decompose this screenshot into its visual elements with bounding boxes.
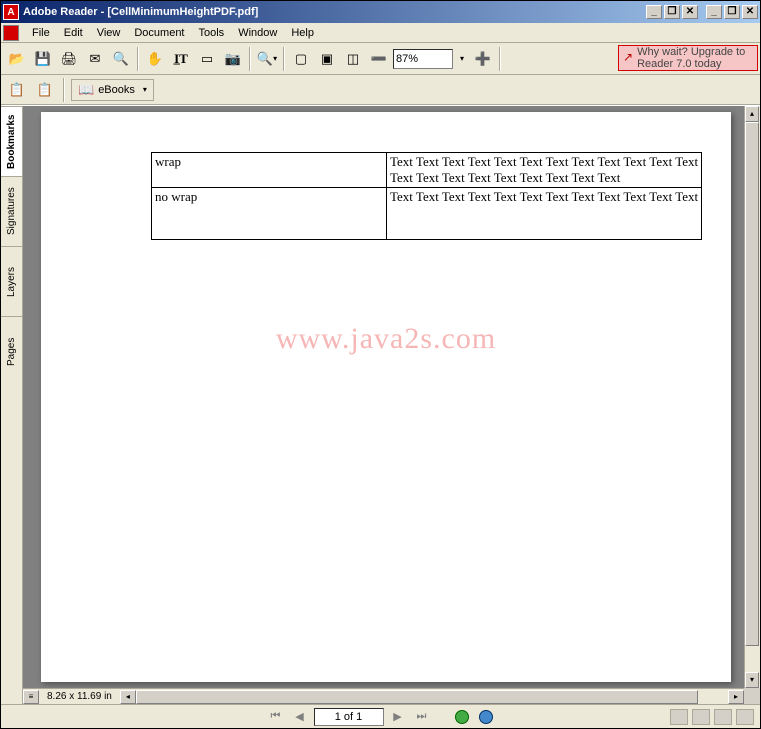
scroll-down-button[interactable]: ▾ — [745, 672, 759, 688]
menu-document[interactable]: Document — [127, 25, 191, 41]
table-row: wrap Text Text Text Text Text Text Text … — [152, 153, 702, 188]
main-area: Bookmarks Signatures Layers Pages wrap T… — [1, 105, 760, 704]
zoom-out-button[interactable]: ➖ — [367, 47, 391, 71]
hscroll-track[interactable] — [136, 690, 728, 704]
zoom-input[interactable]: 87% — [393, 49, 453, 69]
upgrade-text: Why wait? Upgrade to Reader 7.0 today — [637, 46, 753, 70]
separator — [249, 47, 251, 71]
menu-bar: File Edit View Document Tools Window Hel… — [1, 23, 760, 43]
app-logo-icon: A — [3, 4, 19, 20]
scroll-up-button[interactable]: ▴ — [745, 106, 759, 122]
pdf-page: wrap Text Text Text Text Text Text Text … — [41, 112, 731, 682]
menu-file[interactable]: File — [25, 25, 57, 41]
ebooks-icon: 📖 — [78, 82, 94, 98]
scroll-left-button[interactable]: ◂ — [120, 690, 136, 704]
view-mode-buttons — [670, 709, 754, 725]
ebooks-button[interactable]: 📖 eBooks ▾ — [71, 79, 154, 101]
first-page-button[interactable]: ⏮ — [266, 708, 286, 726]
search-button[interactable]: 🔍 — [109, 47, 133, 71]
scroll-area[interactable]: wrap Text Text Text Text Text Text Text … — [23, 106, 760, 704]
continuous-facing-button[interactable] — [736, 709, 754, 725]
scroll-right-button[interactable]: ▸ — [728, 690, 744, 704]
zoom-in-button[interactable]: 🔍▾ — [255, 47, 279, 71]
menu-window[interactable]: Window — [231, 25, 284, 41]
save-button[interactable]: 💾 — [31, 47, 55, 71]
cell-label: no wrap — [152, 188, 387, 240]
sidetab-layers[interactable]: Layers — [1, 246, 22, 316]
cell-label: wrap — [152, 153, 387, 188]
menu-view[interactable]: View — [90, 25, 128, 41]
sidetab-signatures[interactable]: Signatures — [1, 176, 22, 246]
fit-width-button[interactable]: ◫ — [341, 47, 365, 71]
content-table: wrap Text Text Text Text Text Text Text … — [151, 152, 702, 240]
doc-minimize-button[interactable]: _ — [646, 5, 662, 19]
ebooks-label: eBooks — [98, 84, 135, 96]
title-bar: A Adobe Reader - [CellMinimumHeightPDF.p… — [1, 1, 760, 23]
nowrap-text: Text Text Text Text Text Text Text Text … — [390, 189, 698, 205]
vertical-scrollbar[interactable]: ▴ ▾ — [744, 106, 760, 688]
email-button[interactable]: ✉ — [83, 47, 107, 71]
scroll-corner — [744, 688, 760, 704]
actual-size-button[interactable]: ▢ — [289, 47, 313, 71]
page-indicator[interactable]: 1 of 1 — [314, 708, 384, 726]
nav-bar: ⏮ ◀ 1 of 1 ▶ ⏭ — [1, 704, 760, 728]
window-title: Adobe Reader - [CellMinimumHeightPDF.pdf… — [23, 6, 258, 18]
facing-button[interactable] — [714, 709, 732, 725]
zoom-plus-button[interactable]: ➕ — [471, 47, 495, 71]
upgrade-banner[interactable]: Why wait? Upgrade to Reader 7.0 today — [618, 45, 758, 71]
select-button[interactable]: ▭ — [195, 47, 219, 71]
single-page-button[interactable] — [670, 709, 688, 725]
separator — [499, 47, 501, 71]
hscroll-grip[interactable]: ≡ — [23, 690, 39, 704]
sidetab-bookmarks[interactable]: Bookmarks — [1, 106, 22, 176]
forward-icon — [479, 710, 493, 724]
table-row: no wrap Text Text Text Text Text Text Te… — [152, 188, 702, 240]
document-area: wrap Text Text Text Text Text Text Text … — [23, 106, 760, 704]
hscroll-thumb[interactable] — [136, 690, 699, 704]
close-button[interactable]: ✕ — [742, 5, 758, 19]
snapshot-button[interactable]: 📷 — [221, 47, 245, 71]
app-window: A Adobe Reader - [CellMinimumHeightPDF.p… — [0, 0, 761, 729]
print-button[interactable]: 🖨 — [57, 47, 81, 71]
forward-button[interactable] — [476, 708, 496, 726]
back-icon — [455, 710, 469, 724]
secondary-toolbar: 📋 📋 📖 eBooks ▾ — [1, 75, 760, 105]
next-page-button[interactable]: ▶ — [388, 708, 408, 726]
fit-page-button[interactable]: ▣ — [315, 47, 339, 71]
menu-tools[interactable]: Tools — [192, 25, 232, 41]
doc-restore-button[interactable]: ❐ — [664, 5, 680, 19]
back-button[interactable] — [452, 708, 472, 726]
doc-close-button[interactable]: ✕ — [682, 5, 698, 19]
last-page-button[interactable]: ⏭ — [412, 708, 432, 726]
hand-tool-button[interactable]: ✋ — [143, 47, 167, 71]
chevron-down-icon: ▾ — [143, 85, 147, 94]
minimize-button[interactable]: _ — [706, 5, 722, 19]
page-dimensions: 8.26 x 11.69 in — [39, 691, 120, 702]
watermark: www.java2s.com — [41, 322, 731, 356]
text-select-button[interactable]: I̲T — [169, 47, 193, 71]
separator — [63, 78, 65, 102]
main-toolbar: 📂 💾 🖨 ✉ 🔍 ✋ I̲T ▭ 📷 🔍▾ ▢ ▣ ◫ ➖ 87% ▾ ➕ W… — [1, 43, 760, 75]
scroll-thumb[interactable] — [745, 122, 759, 646]
sidetab-pages[interactable]: Pages — [1, 316, 22, 386]
zoom-value: 87% — [396, 53, 418, 65]
restore-button[interactable]: ❐ — [724, 5, 740, 19]
side-panel: Bookmarks Signatures Layers Pages — [1, 106, 23, 704]
menu-help[interactable]: Help — [284, 25, 321, 41]
app-icon — [3, 25, 19, 41]
separator — [137, 47, 139, 71]
cell-text: Text Text Text Text Text Text Text Text … — [387, 153, 702, 188]
zoom-dropdown-button[interactable]: ▾ — [455, 47, 469, 71]
clipboard-button[interactable]: 📋 — [5, 78, 29, 102]
clipboard2-button[interactable]: 📋 — [33, 78, 57, 102]
separator — [283, 47, 285, 71]
prev-page-button[interactable]: ◀ — [290, 708, 310, 726]
horizontal-scrollbar[interactable]: ≡ 8.26 x 11.69 in ◂ ▸ — [23, 688, 744, 704]
cell-text: Text Text Text Text Text Text Text Text … — [387, 188, 702, 240]
continuous-button[interactable] — [692, 709, 710, 725]
menu-edit[interactable]: Edit — [57, 25, 90, 41]
open-button[interactable]: 📂 — [5, 47, 29, 71]
